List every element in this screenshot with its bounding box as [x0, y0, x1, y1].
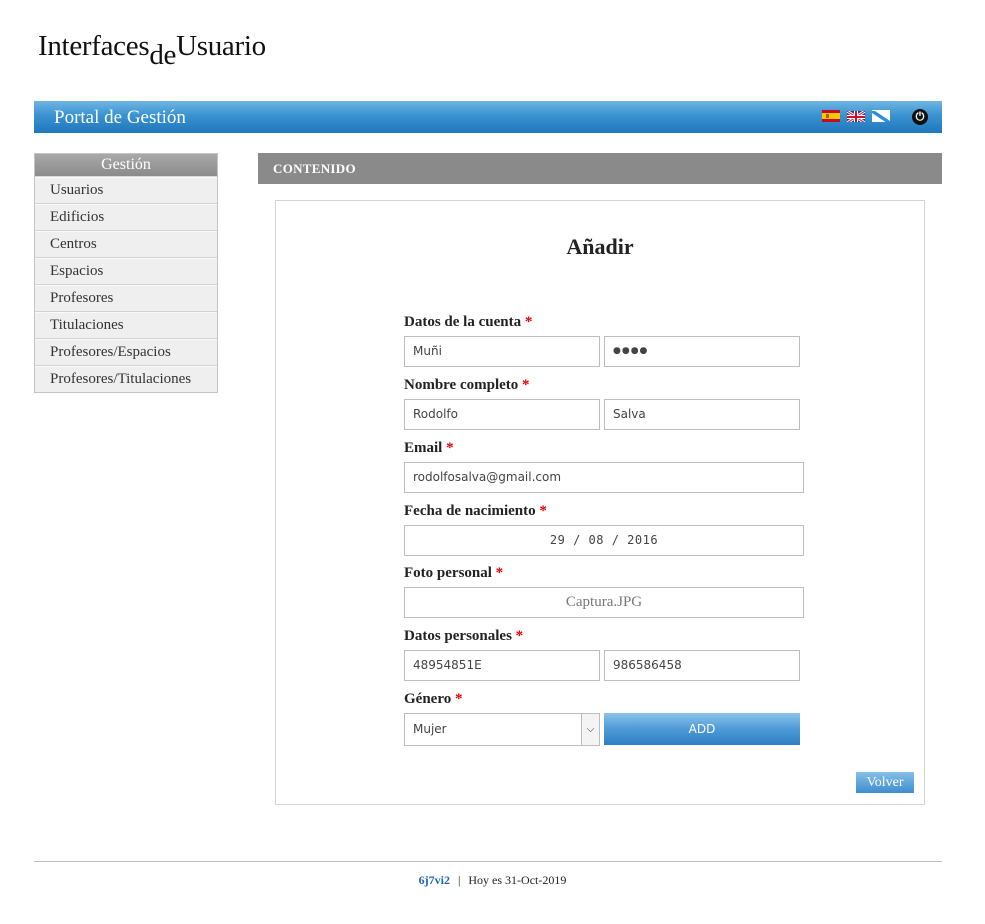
username-input[interactable]: Muñi	[404, 336, 600, 367]
label-genero: Género *	[404, 691, 463, 707]
back-button[interactable]: Volver	[856, 772, 914, 793]
gender-select[interactable]: Mujer ⌵	[404, 713, 600, 746]
portal-title: Portal de Gestión	[54, 107, 186, 128]
birthdate-input[interactable]: 29 / 08 / 2016	[404, 525, 804, 556]
sidebar-item-titulaciones[interactable]: Titulaciones	[35, 312, 217, 339]
required-mark: *	[524, 314, 533, 330]
label-fecha: Fecha de nacimiento *	[404, 503, 547, 519]
content-header: CONTENIDO	[258, 153, 942, 184]
sidebar-item-espacios[interactable]: Espacios	[35, 258, 217, 285]
top-bar: Portal de Gestión ⏻	[34, 101, 942, 133]
gender-select-value: Mujer	[413, 722, 447, 736]
footer-separator: |	[457, 873, 461, 887]
logo-text-interfaces: Interfaces	[38, 30, 150, 62]
email-input[interactable]: rodolfosalva@gmail.com	[404, 462, 804, 493]
label-nombre: Nombre completo *	[404, 377, 530, 393]
sidebar-item-centros[interactable]: Centros	[35, 231, 217, 258]
chevron-down-icon[interactable]: ⌵	[581, 714, 599, 745]
flag-spain-icon[interactable]	[822, 110, 840, 122]
last-name-input[interactable]: Salva	[604, 399, 800, 430]
content-header-label: CONTENIDO	[273, 161, 356, 176]
required-mark: *	[446, 440, 454, 456]
required-mark: *	[522, 377, 530, 393]
form-title: Añadir	[566, 234, 634, 259]
sidebar-item-edificios[interactable]: Edificios	[35, 204, 217, 231]
footer: 6j7vi2 | Hoy es 31-Oct-2019	[0, 873, 985, 888]
footer-date: Hoy es 31-Oct-2019	[468, 873, 567, 887]
required-mark: *	[539, 503, 547, 519]
flag-galicia-icon[interactable]	[872, 110, 890, 122]
dni-input[interactable]: 48954851E	[404, 650, 600, 681]
first-name-input[interactable]: Rodolfo	[404, 399, 600, 430]
footer-user[interactable]: 6j7vi2	[419, 873, 450, 887]
sidebar-item-profesores[interactable]: Profesores	[35, 285, 217, 312]
sidebar-item-profesores-espacios[interactable]: Profesores/Espacios	[35, 339, 217, 366]
label-email: Email *	[404, 440, 454, 456]
add-button[interactable]: ADD	[604, 713, 800, 745]
phone-input[interactable]: 986586458	[604, 650, 800, 681]
add-form-panel: Añadir Datos de la cuenta * Muñi ●●●● No…	[275, 200, 925, 805]
sidebar-title: Gestión	[35, 154, 217, 177]
password-input[interactable]: ●●●●	[604, 336, 800, 367]
label-foto: Foto personal *	[404, 565, 504, 581]
label-cuenta: Datos de la cuenta *	[404, 314, 533, 330]
sidebar-item-profesores-titulaciones[interactable]: Profesores/Titulaciones	[35, 366, 217, 392]
logo-text-usuario: Usuario	[176, 30, 266, 62]
label-personales: Datos personales *	[404, 628, 524, 644]
photo-file-input[interactable]: Captura.JPG	[404, 587, 804, 618]
app-logo: InterfacesdeUsuario	[38, 30, 266, 71]
sidebar-item-usuarios[interactable]: Usuarios	[35, 177, 217, 204]
logo-text-de: de	[149, 39, 177, 71]
required-mark: *	[495, 565, 504, 581]
power-icon[interactable]: ⏻	[912, 109, 928, 125]
required-mark: *	[454, 691, 463, 707]
flag-uk-icon[interactable]	[847, 110, 865, 122]
footer-divider	[34, 861, 942, 862]
sidebar-menu: Gestión Usuarios Edificios Centros Espac…	[34, 153, 218, 393]
required-mark: *	[515, 628, 524, 644]
